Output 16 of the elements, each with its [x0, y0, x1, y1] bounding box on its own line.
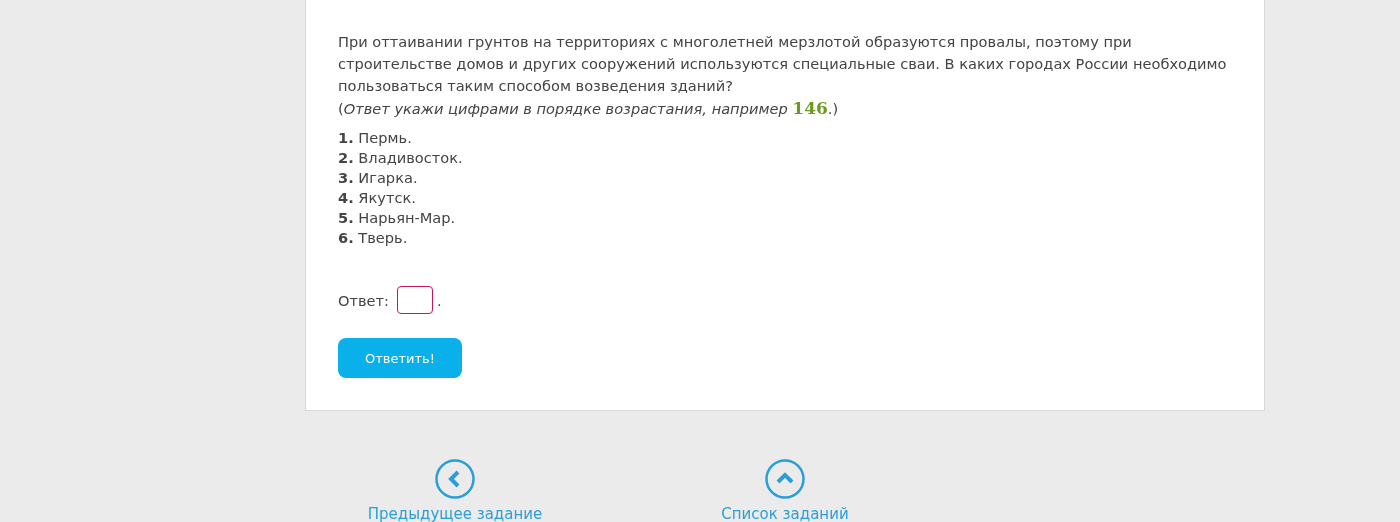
chevron-left-icon: [435, 459, 475, 499]
answer-field[interactable]: [397, 286, 433, 314]
task-list-link[interactable]: Список заданий: [700, 459, 870, 522]
answer-hint: (Ответ укажи цифрами в порядке возрастания, например 146.): [338, 97, 839, 120]
period-text: .: [437, 291, 442, 309]
answer-option: 4. Якутск.: [338, 188, 1234, 208]
question-text: При оттаивании грунтов на территориях с многолетней мерзлотой образуются провалы, поэтому при строительстве домов и других сооружений используются специальные сваи. В каких городах России необходимо пользоваться таким способом возведения зданий?: [338, 32, 1228, 96]
answer-label: Ответ:: [338, 291, 389, 309]
submit-button[interactable]: Ответить!: [338, 338, 462, 378]
answer-option: 5. Нарьян-Мар.: [338, 208, 1234, 228]
chevron-up-icon: [765, 459, 805, 499]
answer-option: 3. Игарка.: [338, 168, 1234, 188]
answer-option: 1. Пермь.: [338, 128, 1234, 148]
answer-option: 6. Тверь.: [338, 228, 1234, 248]
answer-option: 2. Владивосток.: [338, 148, 1234, 168]
previous-task-link[interactable]: Предыдущее задание: [370, 459, 540, 522]
